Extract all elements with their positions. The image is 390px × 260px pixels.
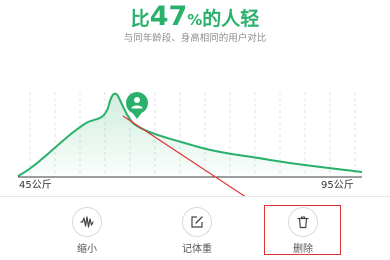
- record-weight-label: 记体重: [182, 244, 212, 255]
- shrink-button[interactable]: 缩小: [57, 207, 117, 256]
- axis-min-label: 45公斤: [19, 180, 52, 191]
- delete-highlight-box: [264, 205, 341, 255]
- record-icon-circle: [182, 207, 212, 237]
- waveform-icon: [80, 216, 94, 228]
- shrink-icon-circle: [72, 207, 102, 237]
- record-weight-button[interactable]: 记体重: [167, 207, 227, 256]
- user-head-icon: [134, 97, 140, 103]
- axis-max-label: 95公斤: [321, 180, 354, 191]
- edit-icon: [191, 216, 203, 228]
- weight-comparison-screen: 比47%的人轻 与同年龄段、身高相同的用户对比 45公斤 95公斤 缩小 记体重…: [0, 0, 390, 260]
- shrink-label: 缩小: [77, 244, 97, 255]
- user-position-marker[interactable]: [126, 70, 148, 119]
